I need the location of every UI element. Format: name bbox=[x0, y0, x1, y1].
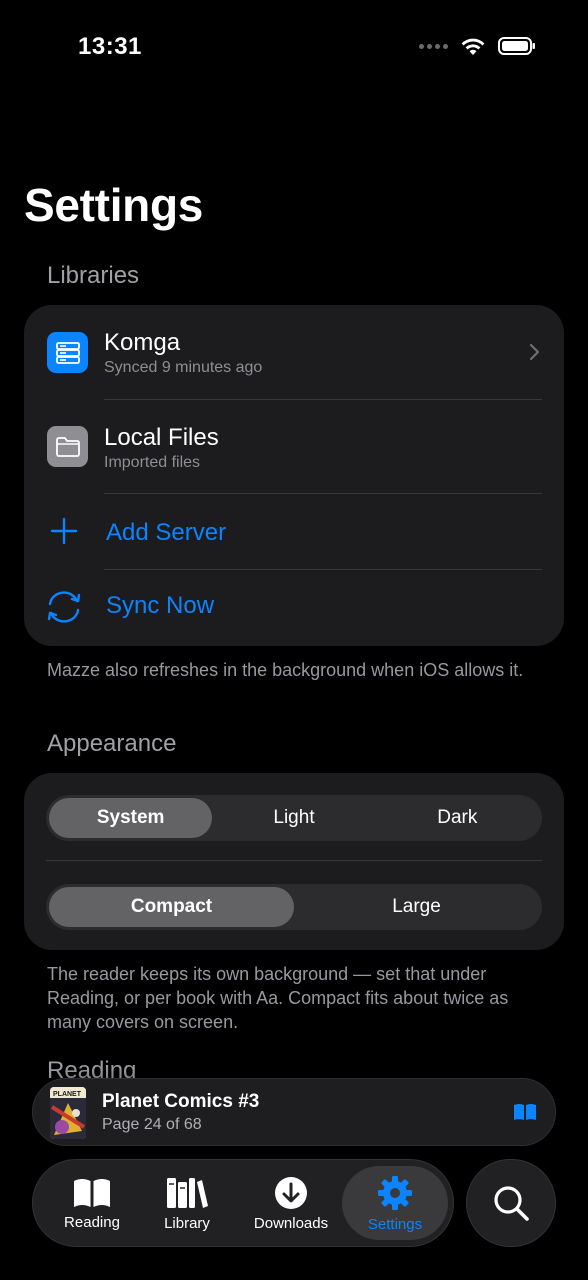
gear-icon bbox=[378, 1176, 412, 1210]
appearance-footer: The reader keeps its own background — se… bbox=[47, 964, 509, 1032]
komga-title: Komga bbox=[104, 329, 181, 356]
status-bar: 13:31 bbox=[0, 0, 588, 96]
density-segmented-control: Compact Large bbox=[46, 884, 542, 930]
page-title: Settings bbox=[24, 179, 204, 231]
tab-reading-label: Reading bbox=[64, 1214, 120, 1231]
local-files-row[interactable]: Local Files Imported files bbox=[24, 400, 564, 494]
status-time: 13:31 bbox=[78, 33, 142, 60]
svg-text:PLANET: PLANET bbox=[53, 1091, 82, 1098]
search-icon bbox=[494, 1186, 529, 1221]
appearance-card: System Light Dark Compact Large bbox=[24, 773, 564, 950]
cellular-signal-icon bbox=[419, 43, 448, 49]
theme-option-system[interactable]: System bbox=[49, 798, 213, 838]
appearance-header: Appearance bbox=[47, 730, 177, 757]
tab-downloads-label: Downloads bbox=[253, 1215, 329, 1232]
theme-segmented-control: System Light Dark bbox=[46, 795, 542, 841]
tab-bar: Reading Library Downloads Settings bbox=[32, 1159, 454, 1247]
add-server-button[interactable]: Add Server bbox=[24, 494, 564, 570]
libraries-card: Komga Synced 9 minutes ago Local Files I… bbox=[24, 305, 564, 646]
tab-downloads[interactable]: Downloads bbox=[243, 1160, 339, 1248]
wifi-icon bbox=[461, 38, 485, 55]
sync-now-label: Sync Now bbox=[106, 592, 215, 619]
books-icon bbox=[167, 1178, 208, 1208]
theme-option-dark[interactable]: Dark bbox=[376, 798, 539, 838]
chevron-right-icon bbox=[529, 343, 540, 361]
now-reading-progress: Page 24 of 68 bbox=[102, 1116, 202, 1133]
book-open-icon[interactable] bbox=[513, 1102, 537, 1122]
battery-icon bbox=[498, 37, 535, 55]
comic-cover: PLANET bbox=[50, 1087, 86, 1139]
sync-icon bbox=[47, 591, 81, 623]
local-files-subtitle: Imported files bbox=[104, 454, 201, 471]
divider bbox=[46, 860, 542, 861]
add-server-label: Add Server bbox=[106, 519, 227, 546]
tab-library-label: Library bbox=[164, 1215, 210, 1232]
komga-row[interactable]: Komga Synced 9 minutes ago bbox=[24, 305, 564, 399]
server-icon bbox=[47, 332, 88, 373]
tab-settings[interactable]: Settings bbox=[342, 1160, 448, 1248]
density-option-compact[interactable]: Compact bbox=[49, 887, 294, 927]
tab-reading[interactable]: Reading bbox=[53, 1160, 131, 1248]
libraries-footer: Mazze also refreshes in the background w… bbox=[47, 660, 524, 680]
theme-option-light[interactable]: Light bbox=[212, 798, 375, 838]
folder-icon bbox=[47, 426, 88, 467]
book-open-icon bbox=[74, 1179, 110, 1207]
plus-icon bbox=[50, 517, 78, 545]
status-icons bbox=[419, 36, 536, 56]
now-reading-title: Planet Comics #3 bbox=[102, 1091, 260, 1112]
tab-settings-label: Settings bbox=[367, 1216, 423, 1233]
libraries-header: Libraries bbox=[47, 262, 140, 289]
tab-library[interactable]: Library bbox=[149, 1160, 225, 1248]
density-option-large[interactable]: Large bbox=[294, 887, 539, 927]
komga-subtitle: Synced 9 minutes ago bbox=[104, 359, 263, 376]
sync-now-button[interactable]: Sync Now bbox=[24, 570, 564, 646]
now-reading-bar[interactable]: PLANET Planet Comics #3 Page 24 of 68 bbox=[32, 1078, 556, 1146]
local-files-title: Local Files bbox=[104, 424, 219, 451]
download-icon bbox=[275, 1177, 307, 1209]
search-button[interactable] bbox=[466, 1159, 556, 1247]
